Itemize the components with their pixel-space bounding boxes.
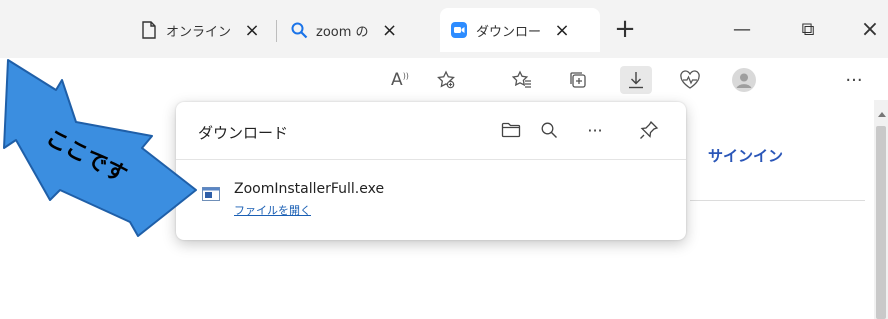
add-favorite-button[interactable] [430,66,462,94]
open-downloads-folder-button[interactable] [498,117,524,143]
tab-title: オンライン [166,24,232,40]
divider [176,159,686,160]
exe-file-icon [202,186,220,201]
downloads-more-button[interactable]: ··· [582,117,608,143]
collections-icon [570,72,586,88]
tab-downloads[interactable]: ダウンロー × [440,8,600,52]
star-add-icon [437,70,455,89]
signin-link[interactable]: サインイン [708,145,783,166]
profile-button[interactable] [728,66,760,94]
downloads-button[interactable] [620,66,652,94]
tab-close-button[interactable]: × [243,20,261,41]
divider [690,200,865,201]
collections-button[interactable] [562,66,594,94]
tab-close-button[interactable]: × [381,20,399,41]
browser-essentials-button[interactable] [674,66,706,94]
favorites-button[interactable] [506,66,538,94]
restore-button[interactable]: ⧉ [796,18,820,42]
scrollbar-thumb[interactable] [876,126,886,319]
search-icon [290,21,308,39]
new-tab-button[interactable]: + [614,16,636,42]
pin-icon [640,120,659,139]
minimize-button[interactable]: — [730,18,754,42]
tab-title: ダウンロー [476,24,542,40]
download-file-name[interactable]: ZoomInstallerFull.exe [234,181,384,197]
tab-zoom-search[interactable]: zoom の × [290,13,399,47]
tab-close-button[interactable]: × [553,20,571,41]
toolbar: A)) ··· [130,58,888,101]
zoom-icon [450,21,468,39]
open-file-link[interactable]: ファイルを開く [234,202,311,218]
pin-downloads-button[interactable] [636,117,662,143]
read-aloud-icon: A)) [391,70,409,90]
settings-more-button[interactable]: ··· [838,66,870,94]
page-icon [140,21,158,39]
close-window-button[interactable]: × [858,18,882,42]
search-icon [541,122,557,138]
tab-title: zoom の [316,24,369,40]
annotation-arrow [3,59,197,237]
tab-separator [276,20,277,42]
favorites-icon [512,70,531,88]
heart-pulse-icon [680,70,700,89]
downloads-flyout: ダウンロード ··· ZoomInstallerFull.exe ファイルを開く [176,102,686,240]
download-icon [629,72,643,89]
scroll-up-arrow-icon[interactable] [878,112,886,117]
search-downloads-button[interactable] [536,117,562,143]
read-aloud-button[interactable]: A)) [384,66,416,94]
downloads-title: ダウンロード [198,124,289,142]
folder-icon [501,122,521,138]
avatar-icon [732,68,756,92]
